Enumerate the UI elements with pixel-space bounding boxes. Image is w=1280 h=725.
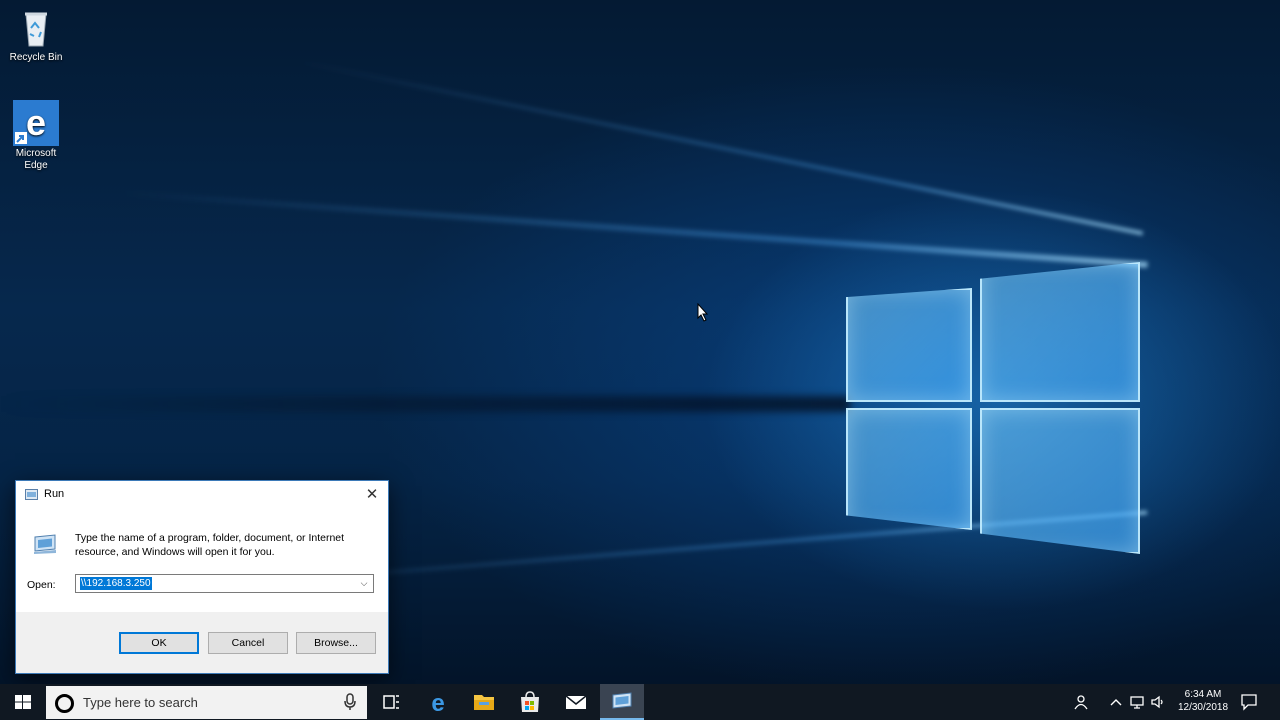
svg-text:e: e <box>431 690 444 717</box>
search-placeholder: Type here to search <box>83 695 198 710</box>
task-view-icon <box>383 695 399 709</box>
taskbar-file-explorer[interactable] <box>462 684 506 720</box>
clock-date: 12/30/2018 <box>1177 702 1229 713</box>
run-app-icon <box>25 489 38 500</box>
windows-start-icon <box>15 695 31 709</box>
taskbar: Type here to search e 6:34 AM 12/30/2018 <box>0 684 1280 720</box>
mail-icon <box>565 695 587 709</box>
open-combobox[interactable]: \\192.168.3.250 ⌵ <box>75 574 374 593</box>
store-icon <box>521 691 539 712</box>
desktop-icon-recycle-bin[interactable]: Recycle Bin <box>1 6 71 64</box>
cancel-button[interactable]: Cancel <box>208 632 288 654</box>
run-dialog-body: Type the name of a program, folder, docu… <box>16 509 388 612</box>
close-button[interactable]: ✕ <box>362 485 382 505</box>
file-explorer-icon <box>474 695 494 710</box>
recycle-bin-icon <box>14 6 58 50</box>
taskbar-run[interactable] <box>600 684 644 720</box>
network-icon[interactable] <box>1129 694 1145 710</box>
volume-icon[interactable] <box>1150 694 1166 710</box>
microphone-icon[interactable] <box>343 693 357 711</box>
run-dialog[interactable]: Run ✕ Type the name of a program, folder… <box>15 480 389 674</box>
taskbar-edge[interactable]: e <box>416 684 460 720</box>
search-box[interactable]: Type here to search <box>46 686 367 719</box>
start-button[interactable] <box>0 684 46 720</box>
desktop-wallpaper: Recycle Bin e Microsoft Edge Run ✕ Type … <box>0 0 1280 684</box>
system-clock[interactable]: 6:34 AM 12/30/2018 <box>1168 688 1238 714</box>
clock-time: 6:34 AM <box>1184 689 1222 700</box>
open-label: Open: <box>27 579 56 591</box>
cortana-icon <box>55 694 74 713</box>
run-dialog-titlebar[interactable]: Run ✕ <box>16 481 388 509</box>
people-icon[interactable] <box>1073 694 1089 710</box>
chevron-up-icon[interactable] <box>1108 694 1124 710</box>
open-input-value[interactable]: \\192.168.3.250 <box>80 577 152 590</box>
logo-pane <box>980 262 1140 402</box>
run-dialog-description: Type the name of a program, folder, docu… <box>75 532 345 558</box>
chevron-down-icon[interactable]: ⌵ <box>357 576 371 591</box>
desktop-icon-label: Recycle Bin <box>9 52 63 63</box>
taskbar-mail[interactable] <box>554 684 598 720</box>
desktop-icon-microsoft-edge[interactable]: e Microsoft Edge <box>1 100 71 172</box>
task-view-button[interactable] <box>369 684 413 720</box>
run-icon <box>612 692 632 709</box>
edge-icon: e <box>431 690 444 717</box>
logo-pane <box>846 408 972 530</box>
taskbar-store[interactable] <box>508 684 552 720</box>
desktop-icon-label: Microsoft Edge <box>15 148 57 171</box>
action-center-icon[interactable] <box>1240 693 1258 711</box>
svg-text:e: e <box>26 102 46 143</box>
logo-pane <box>846 288 972 402</box>
logo-pane <box>980 408 1140 554</box>
mouse-pointer-icon <box>697 303 709 322</box>
browse-button[interactable]: Browse... <box>296 632 376 654</box>
run-dialog-title: Run <box>44 488 65 500</box>
ok-button[interactable]: OK <box>119 632 199 654</box>
run-program-icon <box>34 534 56 554</box>
edge-icon: e <box>13 100 59 146</box>
